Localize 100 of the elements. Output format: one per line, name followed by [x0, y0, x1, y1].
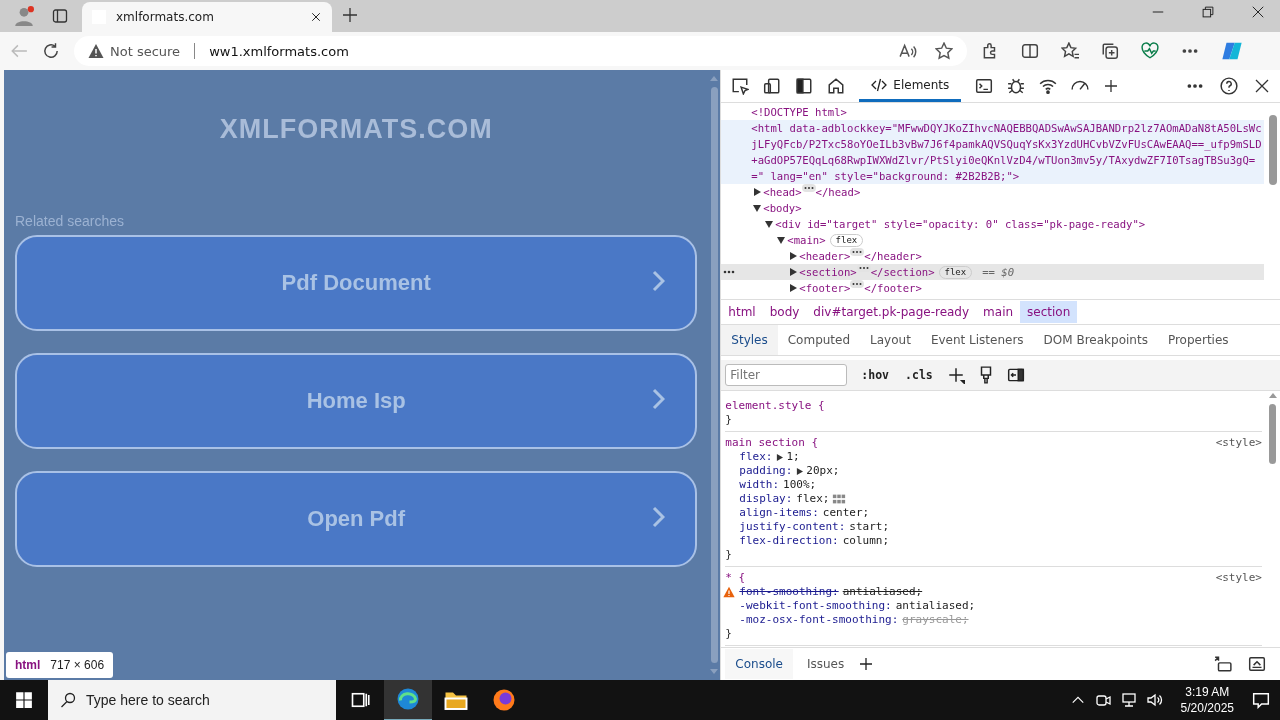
wifi-icon[interactable]	[1039, 77, 1058, 95]
dom-node-markup[interactable]: <section>	[799, 264, 857, 280]
address-field[interactable]: Not secure ww1.xmlformats.com	[74, 36, 967, 66]
css-property-name[interactable]: width:	[739, 478, 780, 492]
tab-actions-icon[interactable]	[52, 8, 68, 24]
new-tab-icon[interactable]	[342, 7, 358, 23]
expand-triangle-icon[interactable]	[796, 467, 804, 475]
task-view-icon[interactable]	[350, 690, 370, 710]
expand-triangle-icon[interactable]	[789, 284, 798, 292]
collapse-triangle-icon[interactable]	[753, 204, 762, 212]
css-property-name[interactable]: justify-content:	[739, 520, 846, 534]
bug-icon[interactable]	[1007, 77, 1026, 95]
dom-node-markup[interactable]: <footer>	[799, 280, 851, 296]
ellipsis-icon[interactable]	[850, 248, 865, 256]
dom-node-markup[interactable]: <!DOCTYPE html>	[751, 104, 1264, 120]
styles-pane-tab[interactable]: Properties	[1157, 325, 1239, 355]
breadcrumb[interactable]: section	[1020, 301, 1078, 323]
drawer-tab[interactable]: Issues	[796, 649, 855, 679]
dock-drawer-icon[interactable]	[1214, 655, 1232, 673]
css-property-value[interactable]: antialiased;	[895, 599, 976, 613]
more-icon[interactable]	[723, 270, 736, 274]
scroll-up-icon[interactable]	[1269, 393, 1277, 398]
inspect-icon[interactable]	[731, 77, 750, 95]
css-property-name[interactable]: flex:	[739, 450, 773, 464]
style-source-link[interactable]: <style>	[1215, 436, 1262, 450]
edge-browser-icon[interactable]	[396, 687, 420, 711]
device-icon[interactable]	[763, 77, 782, 95]
scrollbar-thumb[interactable]	[1269, 404, 1277, 464]
css-property-name[interactable]: -moz-osx-font-smoothing:	[739, 613, 899, 627]
profile-icon[interactable]	[14, 6, 34, 26]
styles-pane-tab[interactable]: Styles	[721, 325, 778, 355]
dom-node-markup[interactable]: <header>	[799, 248, 851, 264]
new-rule-icon[interactable]	[946, 366, 965, 384]
filter-field[interactable]: Filter	[725, 364, 848, 386]
css-property-value[interactable]: 20px;	[806, 464, 840, 478]
styles-pane-tab[interactable]: Computed	[777, 325, 861, 355]
styles-pane-tab[interactable]: Layout	[860, 325, 921, 355]
styles-pane-tab[interactable]: DOM Breakpoints	[1033, 325, 1158, 355]
console-icon[interactable]	[975, 77, 994, 95]
ellipsis-icon[interactable]	[850, 280, 865, 288]
drawer-tab[interactable]: Console	[725, 649, 793, 679]
css-property-value[interactable]: flex;	[796, 492, 830, 506]
add-icon[interactable]	[858, 656, 875, 672]
css-property-name[interactable]: font-smoothing:	[739, 585, 839, 599]
css-property-value[interactable]: center;	[822, 506, 870, 520]
favorites-icon[interactable]	[1061, 42, 1079, 60]
windows-start-icon[interactable]	[15, 691, 33, 709]
dom-node-markup[interactable]: <head>	[763, 184, 802, 200]
css-selector[interactable]: main section {	[725, 436, 819, 450]
css-property-value[interactable]: 1;	[786, 450, 800, 464]
breadcrumb[interactable]: html	[721, 301, 763, 323]
read-aloud-icon[interactable]	[899, 42, 917, 60]
clock-time[interactable]: 3:19 AM	[1185, 684, 1230, 700]
breadcrumb[interactable]: div#target.pk-page-ready	[806, 301, 977, 323]
dock-icon[interactable]	[795, 77, 814, 95]
ellipsis-icon[interactable]	[801, 184, 816, 192]
collections-icon[interactable]	[1101, 42, 1119, 60]
css-property-name[interactable]: display:	[739, 492, 793, 506]
expand-triangle-icon[interactable]	[776, 453, 784, 461]
dom-node-markup[interactable]: <div id="target" style="opacity: 0" class="pk-page-ready">	[775, 216, 1264, 232]
sidebar-toggle-icon[interactable]	[1006, 366, 1025, 384]
dom-node-markup[interactable]: <main>	[787, 232, 826, 248]
css-property-value[interactable]: antialiased;	[842, 585, 923, 599]
style-source-link[interactable]: <style>	[1215, 571, 1262, 585]
clock-date[interactable]: 5/20/2025	[1180, 700, 1234, 716]
flexbox-editor-icon[interactable]	[832, 493, 847, 505]
close-icon[interactable]	[310, 11, 322, 23]
expand-triangle-icon[interactable]	[789, 268, 798, 276]
css-property-name[interactable]: align-items:	[739, 506, 819, 520]
firefox-icon[interactable]	[492, 688, 516, 712]
close-icon[interactable]	[1254, 78, 1270, 94]
volume-icon[interactable]	[1146, 692, 1163, 708]
url-text[interactable]: ww1.xmlformats.com	[209, 43, 349, 59]
home-icon[interactable]	[827, 77, 846, 95]
heartbeat-icon[interactable]	[1141, 42, 1159, 60]
css-property-value[interactable]: 100%;	[783, 478, 817, 492]
toggle-button[interactable]: .cls	[903, 368, 935, 382]
expand-triangle-icon[interactable]	[789, 252, 798, 260]
help-icon[interactable]	[1220, 77, 1238, 95]
restore-icon[interactable]	[1202, 6, 1214, 18]
collapse-triangle-icon[interactable]	[765, 220, 774, 228]
security-status[interactable]: Not secure	[110, 43, 181, 59]
expand-triangle-icon[interactable]	[753, 188, 762, 196]
breadcrumb[interactable]: main	[976, 301, 1021, 323]
css-selector[interactable]: element.style {	[725, 399, 825, 413]
css-selector[interactable]: * {	[725, 571, 746, 585]
breadcrumb[interactable]: body	[762, 301, 807, 323]
drawer-toggle-icon[interactable]	[1248, 655, 1266, 673]
taskbar-search-field[interactable]: Type here to search	[48, 680, 336, 720]
copilot-icon[interactable]	[1221, 40, 1243, 62]
favorite-icon[interactable]	[935, 42, 953, 60]
css-property-name[interactable]: flex-direction:	[739, 534, 839, 548]
css-property-name[interactable]: -webkit-font-smoothing:	[739, 599, 892, 613]
browser-tab[interactable]: xmlformats.com	[82, 2, 332, 32]
css-property-name[interactable]: padding:	[739, 464, 793, 478]
network-icon[interactable]	[1120, 692, 1137, 708]
close-icon[interactable]	[1252, 6, 1264, 18]
reload-icon[interactable]	[42, 42, 60, 60]
meet-now-icon[interactable]	[1094, 692, 1111, 708]
styles-pane-tab[interactable]: Event Listeners	[920, 325, 1034, 355]
